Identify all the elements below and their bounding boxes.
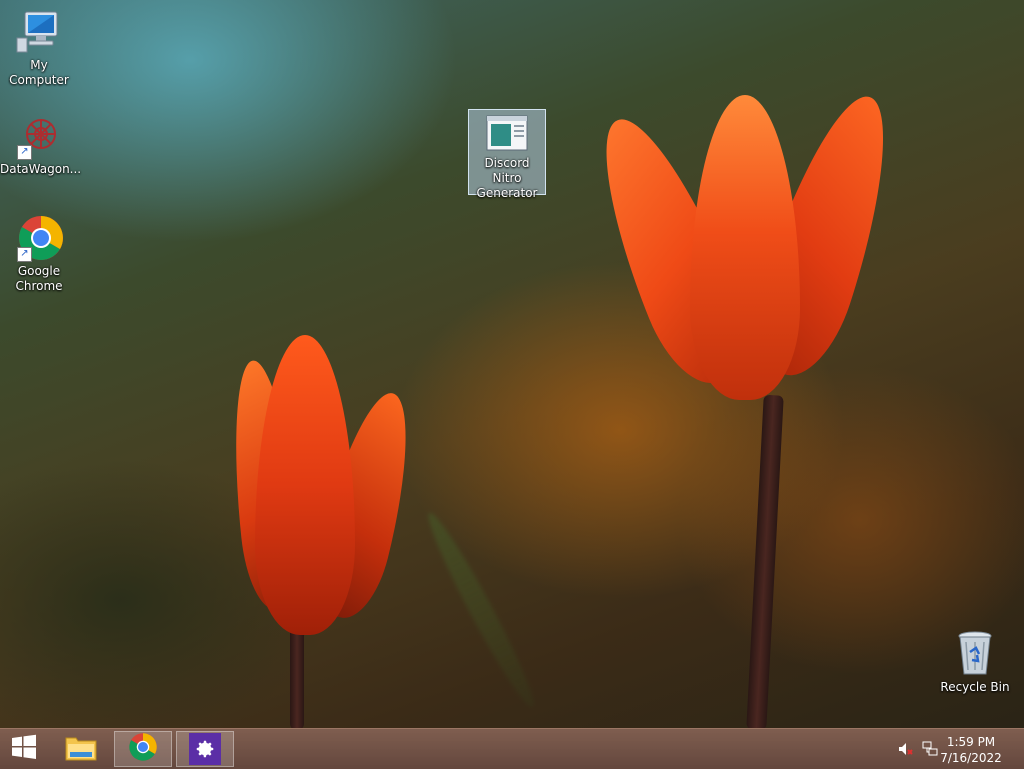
file-explorer-icon: [64, 732, 98, 766]
taskbar-file-explorer[interactable]: [52, 731, 110, 767]
clock-date: 7/16/2022: [940, 751, 1002, 765]
taskbar: 1:59 PM 7/16/2022: [0, 728, 1024, 769]
desktop-icon-recycle-bin[interactable]: Recycle Bin: [936, 630, 1014, 695]
desktop-icon-label: Discord Nitro Generator: [476, 156, 538, 200]
chrome-icon: [128, 732, 158, 766]
windows-logo-icon: [10, 733, 38, 765]
desktop-icon-label: Google Chrome: [15, 264, 63, 293]
shortcut-arrow-icon: ↗: [17, 247, 32, 262]
desktop-icon-label: Recycle Bin: [940, 680, 1010, 694]
settings-gear-icon: [189, 733, 221, 765]
computer-icon: [15, 8, 63, 56]
taskbar-chrome[interactable]: [114, 731, 172, 767]
taskbar-clock[interactable]: 1:59 PM 7/16/2022: [936, 734, 1006, 766]
application-window-icon: [485, 114, 529, 154]
taskbar-settings[interactable]: [176, 731, 234, 767]
desktop[interactable]: My Computer ↗ DataWagon... ↗ Google Chro…: [0, 0, 1024, 728]
desktop-icon-label: DataWagon...: [0, 162, 82, 176]
shortcut-arrow-icon: ↗: [17, 145, 32, 160]
desktop-icon-google-chrome[interactable]: ↗ Google Chrome: [0, 214, 78, 294]
desktop-icon-datawagon[interactable]: ↗ DataWagon...: [0, 112, 82, 177]
volume-muted-icon[interactable]: [897, 741, 913, 757]
desktop-icon-my-computer[interactable]: My Computer: [0, 8, 78, 88]
wallpaper-leaf: [419, 507, 543, 713]
desktop-icon-discord-nitro-generator[interactable]: Discord Nitro Generator: [468, 109, 546, 200]
desktop-icon-label: My Computer: [9, 58, 69, 87]
recycle-bin-icon: [951, 630, 999, 678]
clock-time: 1:59 PM: [946, 735, 996, 749]
chrome-icon: ↗: [15, 214, 63, 262]
datawagon-icon: ↗: [15, 112, 63, 160]
start-button[interactable]: [0, 731, 48, 767]
